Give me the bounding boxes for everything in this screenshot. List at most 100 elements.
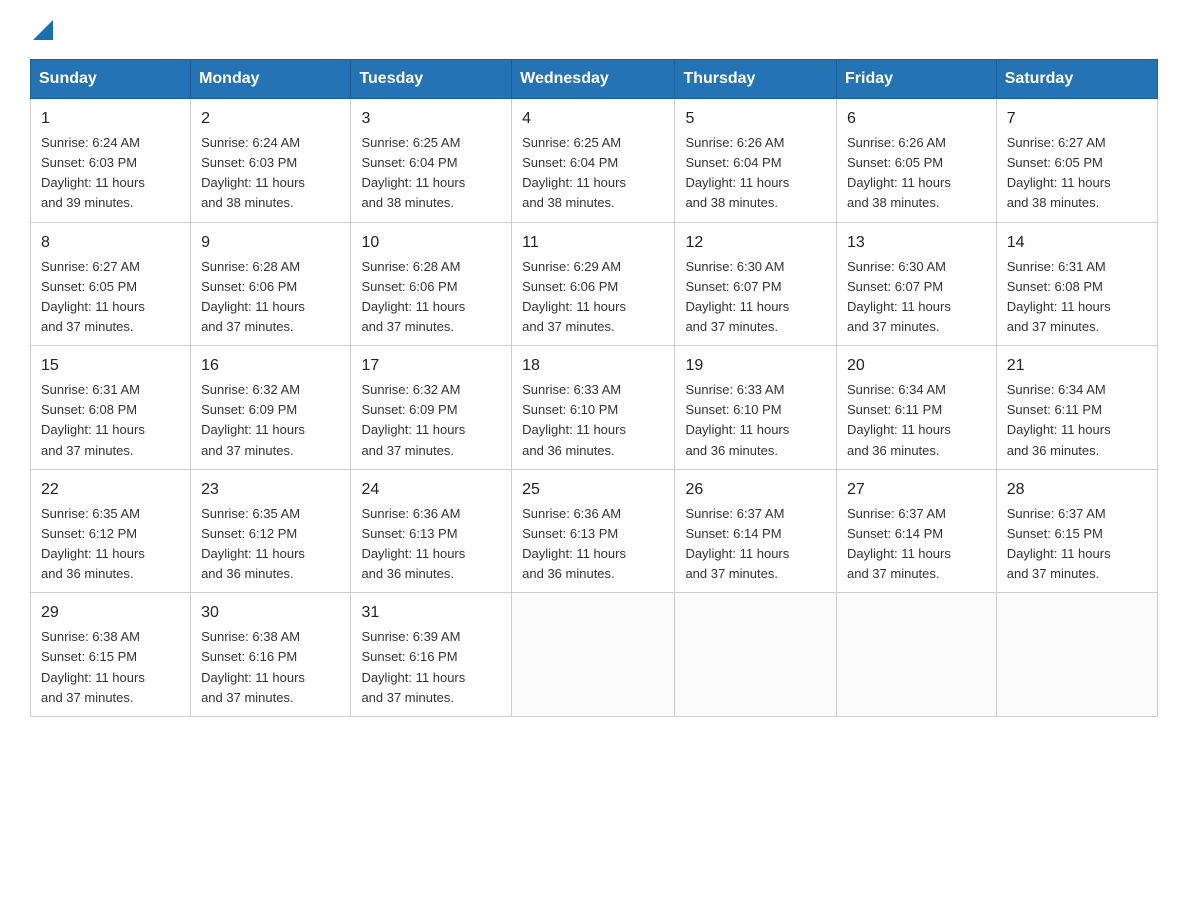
col-header-monday: Monday bbox=[191, 60, 351, 99]
day-info: Sunrise: 6:35 AM Sunset: 6:12 PM Dayligh… bbox=[201, 504, 340, 585]
col-header-friday: Friday bbox=[837, 60, 997, 99]
calendar-cell: 4Sunrise: 6:25 AM Sunset: 6:04 PM Daylig… bbox=[512, 99, 675, 223]
calendar-cell bbox=[996, 593, 1157, 717]
day-info: Sunrise: 6:35 AM Sunset: 6:12 PM Dayligh… bbox=[41, 504, 180, 585]
day-number: 20 bbox=[847, 354, 986, 378]
logo-triangle-icon bbox=[33, 20, 53, 40]
day-number: 29 bbox=[41, 601, 180, 625]
day-number: 17 bbox=[361, 354, 501, 378]
calendar-table: SundayMondayTuesdayWednesdayThursdayFrid… bbox=[30, 59, 1158, 717]
day-number: 9 bbox=[201, 231, 340, 255]
day-info: Sunrise: 6:31 AM Sunset: 6:08 PM Dayligh… bbox=[41, 380, 180, 461]
calendar-cell: 10Sunrise: 6:28 AM Sunset: 6:06 PM Dayli… bbox=[351, 222, 512, 346]
day-number: 28 bbox=[1007, 478, 1147, 502]
day-info: Sunrise: 6:33 AM Sunset: 6:10 PM Dayligh… bbox=[685, 380, 826, 461]
calendar-cell: 30Sunrise: 6:38 AM Sunset: 6:16 PM Dayli… bbox=[191, 593, 351, 717]
day-info: Sunrise: 6:28 AM Sunset: 6:06 PM Dayligh… bbox=[201, 257, 340, 338]
day-info: Sunrise: 6:31 AM Sunset: 6:08 PM Dayligh… bbox=[1007, 257, 1147, 338]
calendar-cell: 29Sunrise: 6:38 AM Sunset: 6:15 PM Dayli… bbox=[31, 593, 191, 717]
calendar-cell: 7Sunrise: 6:27 AM Sunset: 6:05 PM Daylig… bbox=[996, 99, 1157, 223]
calendar-cell bbox=[512, 593, 675, 717]
calendar-cell: 8Sunrise: 6:27 AM Sunset: 6:05 PM Daylig… bbox=[31, 222, 191, 346]
day-number: 11 bbox=[522, 231, 664, 255]
day-number: 12 bbox=[685, 231, 826, 255]
day-info: Sunrise: 6:32 AM Sunset: 6:09 PM Dayligh… bbox=[361, 380, 501, 461]
day-info: Sunrise: 6:34 AM Sunset: 6:11 PM Dayligh… bbox=[1007, 380, 1147, 461]
day-number: 25 bbox=[522, 478, 664, 502]
day-info: Sunrise: 6:37 AM Sunset: 6:14 PM Dayligh… bbox=[847, 504, 986, 585]
calendar-cell: 15Sunrise: 6:31 AM Sunset: 6:08 PM Dayli… bbox=[31, 346, 191, 470]
day-info: Sunrise: 6:27 AM Sunset: 6:05 PM Dayligh… bbox=[1007, 133, 1147, 214]
calendar-cell: 9Sunrise: 6:28 AM Sunset: 6:06 PM Daylig… bbox=[191, 222, 351, 346]
calendar-cell: 11Sunrise: 6:29 AM Sunset: 6:06 PM Dayli… bbox=[512, 222, 675, 346]
calendar-cell: 24Sunrise: 6:36 AM Sunset: 6:13 PM Dayli… bbox=[351, 469, 512, 593]
calendar-cell: 16Sunrise: 6:32 AM Sunset: 6:09 PM Dayli… bbox=[191, 346, 351, 470]
calendar-cell: 28Sunrise: 6:37 AM Sunset: 6:15 PM Dayli… bbox=[996, 469, 1157, 593]
col-header-thursday: Thursday bbox=[675, 60, 837, 99]
col-header-sunday: Sunday bbox=[31, 60, 191, 99]
calendar-cell: 6Sunrise: 6:26 AM Sunset: 6:05 PM Daylig… bbox=[837, 99, 997, 223]
day-info: Sunrise: 6:39 AM Sunset: 6:16 PM Dayligh… bbox=[361, 627, 501, 708]
day-number: 30 bbox=[201, 601, 340, 625]
day-number: 27 bbox=[847, 478, 986, 502]
calendar-header: SundayMondayTuesdayWednesdayThursdayFrid… bbox=[31, 60, 1158, 99]
page-header bbox=[30, 20, 1158, 39]
day-number: 15 bbox=[41, 354, 180, 378]
day-info: Sunrise: 6:25 AM Sunset: 6:04 PM Dayligh… bbox=[522, 133, 664, 214]
day-number: 8 bbox=[41, 231, 180, 255]
day-info: Sunrise: 6:37 AM Sunset: 6:15 PM Dayligh… bbox=[1007, 504, 1147, 585]
day-number: 3 bbox=[361, 107, 501, 131]
calendar-cell: 27Sunrise: 6:37 AM Sunset: 6:14 PM Dayli… bbox=[837, 469, 997, 593]
calendar-cell: 19Sunrise: 6:33 AM Sunset: 6:10 PM Dayli… bbox=[675, 346, 837, 470]
day-number: 6 bbox=[847, 107, 986, 131]
calendar-body: 1Sunrise: 6:24 AM Sunset: 6:03 PM Daylig… bbox=[31, 99, 1158, 717]
col-header-saturday: Saturday bbox=[996, 60, 1157, 99]
day-info: Sunrise: 6:34 AM Sunset: 6:11 PM Dayligh… bbox=[847, 380, 986, 461]
day-number: 21 bbox=[1007, 354, 1147, 378]
day-info: Sunrise: 6:26 AM Sunset: 6:05 PM Dayligh… bbox=[847, 133, 986, 214]
day-info: Sunrise: 6:27 AM Sunset: 6:05 PM Dayligh… bbox=[41, 257, 180, 338]
calendar-cell: 31Sunrise: 6:39 AM Sunset: 6:16 PM Dayli… bbox=[351, 593, 512, 717]
day-info: Sunrise: 6:30 AM Sunset: 6:07 PM Dayligh… bbox=[847, 257, 986, 338]
day-number: 5 bbox=[685, 107, 826, 131]
day-number: 31 bbox=[361, 601, 501, 625]
day-number: 24 bbox=[361, 478, 501, 502]
calendar-week-4: 22Sunrise: 6:35 AM Sunset: 6:12 PM Dayli… bbox=[31, 469, 1158, 593]
day-number: 23 bbox=[201, 478, 340, 502]
calendar-cell: 13Sunrise: 6:30 AM Sunset: 6:07 PM Dayli… bbox=[837, 222, 997, 346]
day-info: Sunrise: 6:32 AM Sunset: 6:09 PM Dayligh… bbox=[201, 380, 340, 461]
day-number: 4 bbox=[522, 107, 664, 131]
calendar-cell: 17Sunrise: 6:32 AM Sunset: 6:09 PM Dayli… bbox=[351, 346, 512, 470]
calendar-cell: 14Sunrise: 6:31 AM Sunset: 6:08 PM Dayli… bbox=[996, 222, 1157, 346]
day-info: Sunrise: 6:24 AM Sunset: 6:03 PM Dayligh… bbox=[41, 133, 180, 214]
calendar-week-3: 15Sunrise: 6:31 AM Sunset: 6:08 PM Dayli… bbox=[31, 346, 1158, 470]
day-info: Sunrise: 6:36 AM Sunset: 6:13 PM Dayligh… bbox=[522, 504, 664, 585]
day-info: Sunrise: 6:37 AM Sunset: 6:14 PM Dayligh… bbox=[685, 504, 826, 585]
day-number: 22 bbox=[41, 478, 180, 502]
day-info: Sunrise: 6:25 AM Sunset: 6:04 PM Dayligh… bbox=[361, 133, 501, 214]
calendar-cell: 3Sunrise: 6:25 AM Sunset: 6:04 PM Daylig… bbox=[351, 99, 512, 223]
day-info: Sunrise: 6:33 AM Sunset: 6:10 PM Dayligh… bbox=[522, 380, 664, 461]
day-info: Sunrise: 6:38 AM Sunset: 6:15 PM Dayligh… bbox=[41, 627, 180, 708]
day-info: Sunrise: 6:26 AM Sunset: 6:04 PM Dayligh… bbox=[685, 133, 826, 214]
calendar-cell: 23Sunrise: 6:35 AM Sunset: 6:12 PM Dayli… bbox=[191, 469, 351, 593]
day-info: Sunrise: 6:30 AM Sunset: 6:07 PM Dayligh… bbox=[685, 257, 826, 338]
day-number: 16 bbox=[201, 354, 340, 378]
calendar-cell: 26Sunrise: 6:37 AM Sunset: 6:14 PM Dayli… bbox=[675, 469, 837, 593]
calendar-cell: 21Sunrise: 6:34 AM Sunset: 6:11 PM Dayli… bbox=[996, 346, 1157, 470]
day-number: 7 bbox=[1007, 107, 1147, 131]
day-info: Sunrise: 6:36 AM Sunset: 6:13 PM Dayligh… bbox=[361, 504, 501, 585]
calendar-cell bbox=[675, 593, 837, 717]
logo bbox=[30, 20, 53, 39]
calendar-week-2: 8Sunrise: 6:27 AM Sunset: 6:05 PM Daylig… bbox=[31, 222, 1158, 346]
day-info: Sunrise: 6:28 AM Sunset: 6:06 PM Dayligh… bbox=[361, 257, 501, 338]
day-number: 18 bbox=[522, 354, 664, 378]
calendar-cell: 12Sunrise: 6:30 AM Sunset: 6:07 PM Dayli… bbox=[675, 222, 837, 346]
day-info: Sunrise: 6:29 AM Sunset: 6:06 PM Dayligh… bbox=[522, 257, 664, 338]
day-number: 1 bbox=[41, 107, 180, 131]
col-header-tuesday: Tuesday bbox=[351, 60, 512, 99]
calendar-cell bbox=[837, 593, 997, 717]
col-header-wednesday: Wednesday bbox=[512, 60, 675, 99]
day-number: 2 bbox=[201, 107, 340, 131]
day-number: 26 bbox=[685, 478, 826, 502]
